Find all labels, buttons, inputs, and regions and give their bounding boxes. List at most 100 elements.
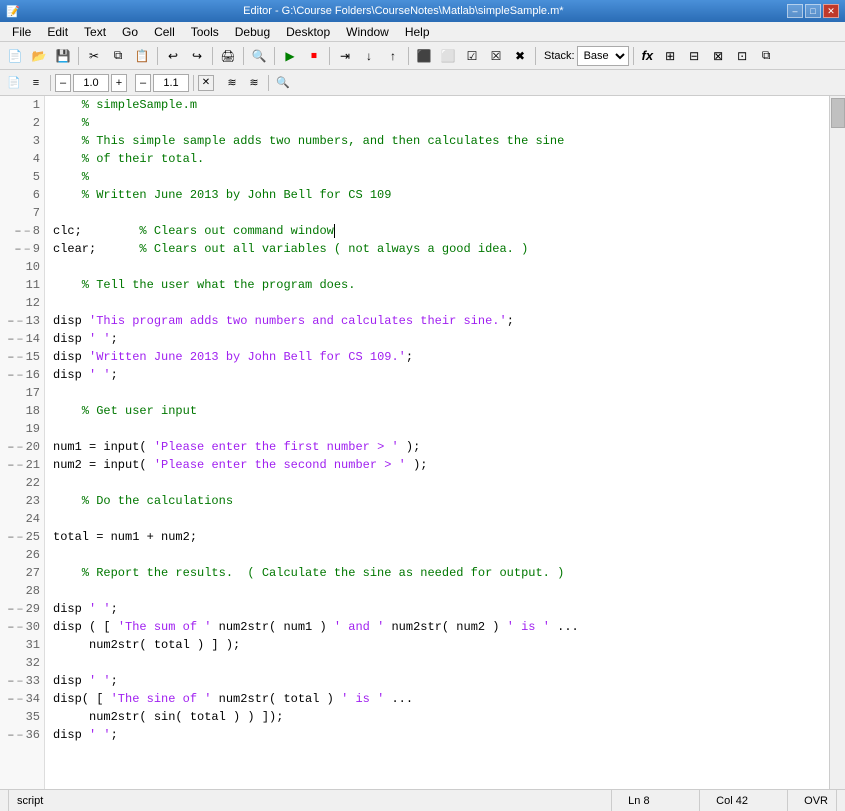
line-number-25: –25 bbox=[0, 528, 44, 546]
code-line-12[interactable] bbox=[45, 294, 829, 312]
code-line-34[interactable]: disp( [ 'The sine of ' num2str( total ) … bbox=[45, 690, 829, 708]
script-icon-btn[interactable]: 📄 bbox=[4, 73, 24, 93]
matrix-btn2[interactable]: ⊟ bbox=[683, 45, 705, 67]
menu-go[interactable]: Go bbox=[114, 23, 146, 41]
menu-cell[interactable]: Cell bbox=[146, 23, 183, 41]
code-line-10[interactable] bbox=[45, 258, 829, 276]
code-line-5[interactable]: % bbox=[45, 168, 829, 186]
code-line-31[interactable]: num2str( total ) ] ); bbox=[45, 636, 829, 654]
print-button[interactable]: 🖨 bbox=[217, 45, 239, 67]
step-out-button[interactable]: ↑ bbox=[382, 45, 404, 67]
zoom-minus2-btn[interactable]: – bbox=[135, 74, 151, 92]
code-line-4[interactable]: % of their total. bbox=[45, 150, 829, 168]
menu-help[interactable]: Help bbox=[397, 23, 438, 41]
maximize-button[interactable]: □ bbox=[805, 4, 821, 18]
bp-button1[interactable]: ⬛ bbox=[413, 45, 435, 67]
matrix-btn4[interactable]: ⊡ bbox=[731, 45, 753, 67]
code-line-35[interactable]: num2str( sin( total ) ) ]); bbox=[45, 708, 829, 726]
stack-combo[interactable]: Base bbox=[577, 46, 629, 66]
menu-edit[interactable]: Edit bbox=[39, 23, 76, 41]
paste-button[interactable]: 📋 bbox=[131, 45, 153, 67]
menu-text[interactable]: Text bbox=[76, 23, 114, 41]
code-line-32[interactable] bbox=[45, 654, 829, 672]
line-number-30: –30 bbox=[0, 618, 44, 636]
cell-fold-btn2[interactable]: ≋ bbox=[244, 73, 264, 93]
code-line-30[interactable]: disp ( [ 'The sum of ' num2str( num1 ) '… bbox=[45, 618, 829, 636]
fold-btn[interactable]: ≡ bbox=[26, 73, 46, 93]
menu-bar: File Edit Text Go Cell Tools Debug Deskt… bbox=[0, 22, 845, 42]
redo-button[interactable]: ↪ bbox=[186, 45, 208, 67]
menu-tools[interactable]: Tools bbox=[183, 23, 227, 41]
step-button[interactable]: ⇥ bbox=[334, 45, 356, 67]
run-button[interactable]: ▶ bbox=[279, 45, 301, 67]
bp-button3[interactable]: ☑ bbox=[461, 45, 483, 67]
close-button[interactable]: ✕ bbox=[823, 4, 839, 18]
title-bar-buttons: – □ ✕ bbox=[787, 4, 839, 18]
new-button[interactable]: 📄 bbox=[4, 45, 26, 67]
step-in-button[interactable]: ↓ bbox=[358, 45, 380, 67]
menu-debug[interactable]: Debug bbox=[227, 23, 278, 41]
minimize-button[interactable]: – bbox=[787, 4, 803, 18]
code-line-3[interactable]: % This simple sample adds two numbers, a… bbox=[45, 132, 829, 150]
matrix-btn3[interactable]: ⊠ bbox=[707, 45, 729, 67]
zoom-minus-btn[interactable]: – bbox=[55, 74, 71, 92]
bp-button2[interactable]: ⬜ bbox=[437, 45, 459, 67]
code-line-15[interactable]: disp 'Written June 2013 by John Bell for… bbox=[45, 348, 829, 366]
line-number-24: 24 bbox=[0, 510, 44, 528]
cell-fold-btn1[interactable]: ≋ bbox=[222, 73, 242, 93]
scrollbar[interactable] bbox=[829, 96, 845, 789]
toolbar-sep-5 bbox=[274, 47, 275, 65]
code-line-1[interactable]: % simpleSample.m bbox=[45, 96, 829, 114]
code-line-8[interactable]: clc; % Clears out command window bbox=[45, 222, 829, 240]
undo-button[interactable]: ↩ bbox=[162, 45, 184, 67]
save-button[interactable]: 💾 bbox=[52, 45, 74, 67]
code-line-17[interactable] bbox=[45, 384, 829, 402]
undock-button[interactable]: ⧉ bbox=[755, 45, 777, 67]
code-line-36[interactable]: disp ' '; bbox=[45, 726, 829, 744]
code-line-19[interactable] bbox=[45, 420, 829, 438]
code-area[interactable]: % simpleSample.m % % This simple sample … bbox=[45, 96, 829, 789]
close-tab-btn[interactable]: ✕ bbox=[198, 75, 214, 91]
find-button[interactable]: 🔍 bbox=[248, 45, 270, 67]
title-bar: 📝 Editor - G:\Course Folders\CourseNotes… bbox=[0, 0, 845, 22]
code-line-11[interactable]: % Tell the user what the program does. bbox=[45, 276, 829, 294]
code-line-20[interactable]: num1 = input( 'Please enter the first nu… bbox=[45, 438, 829, 456]
code-line-33[interactable]: disp ' '; bbox=[45, 672, 829, 690]
code-line-6[interactable]: % Written June 2013 by John Bell for CS … bbox=[45, 186, 829, 204]
code-line-2[interactable]: % bbox=[45, 114, 829, 132]
code-line-26[interactable] bbox=[45, 546, 829, 564]
code-line-7[interactable] bbox=[45, 204, 829, 222]
line-number-14: –14 bbox=[0, 330, 44, 348]
stop-button[interactable]: ⏹ bbox=[303, 45, 325, 67]
code-line-27[interactable]: % Report the results. ( Calculate the si… bbox=[45, 564, 829, 582]
zoom-input[interactable] bbox=[73, 74, 109, 92]
code-line-9[interactable]: clear; % Clears out all variables ( not … bbox=[45, 240, 829, 258]
code-line-22[interactable] bbox=[45, 474, 829, 492]
zoom-input2[interactable] bbox=[153, 74, 189, 92]
code-line-21[interactable]: num2 = input( 'Please enter the second n… bbox=[45, 456, 829, 474]
code-line-23[interactable]: % Do the calculations bbox=[45, 492, 829, 510]
zoom-plus-btn[interactable]: + bbox=[111, 74, 127, 92]
code-line-25[interactable]: total = num1 + num2; bbox=[45, 528, 829, 546]
code-line-18[interactable]: % Get user input bbox=[45, 402, 829, 420]
cut-button[interactable]: ✂ bbox=[83, 45, 105, 67]
menu-window[interactable]: Window bbox=[338, 23, 397, 41]
code-line-16[interactable]: disp ' '; bbox=[45, 366, 829, 384]
bp-button4[interactable]: ☒ bbox=[485, 45, 507, 67]
bp-button5[interactable]: ✖ bbox=[509, 45, 531, 67]
scrollbar-thumb[interactable] bbox=[831, 98, 845, 128]
open-button[interactable]: 📂 bbox=[28, 45, 50, 67]
matrix-btn1[interactable]: ⊞ bbox=[659, 45, 681, 67]
fx-button[interactable]: fx bbox=[642, 48, 654, 63]
line-number-22: 22 bbox=[0, 474, 44, 492]
search-highlight-btn[interactable]: 🔍 bbox=[273, 73, 293, 93]
menu-file[interactable]: File bbox=[4, 23, 39, 41]
tb2-sep-2 bbox=[193, 75, 194, 91]
copy-button[interactable]: ⧉ bbox=[107, 45, 129, 67]
code-line-14[interactable]: disp ' '; bbox=[45, 330, 829, 348]
code-line-24[interactable] bbox=[45, 510, 829, 528]
code-line-28[interactable] bbox=[45, 582, 829, 600]
code-line-13[interactable]: disp 'This program adds two numbers and … bbox=[45, 312, 829, 330]
menu-desktop[interactable]: Desktop bbox=[278, 23, 338, 41]
code-line-29[interactable]: disp ' '; bbox=[45, 600, 829, 618]
